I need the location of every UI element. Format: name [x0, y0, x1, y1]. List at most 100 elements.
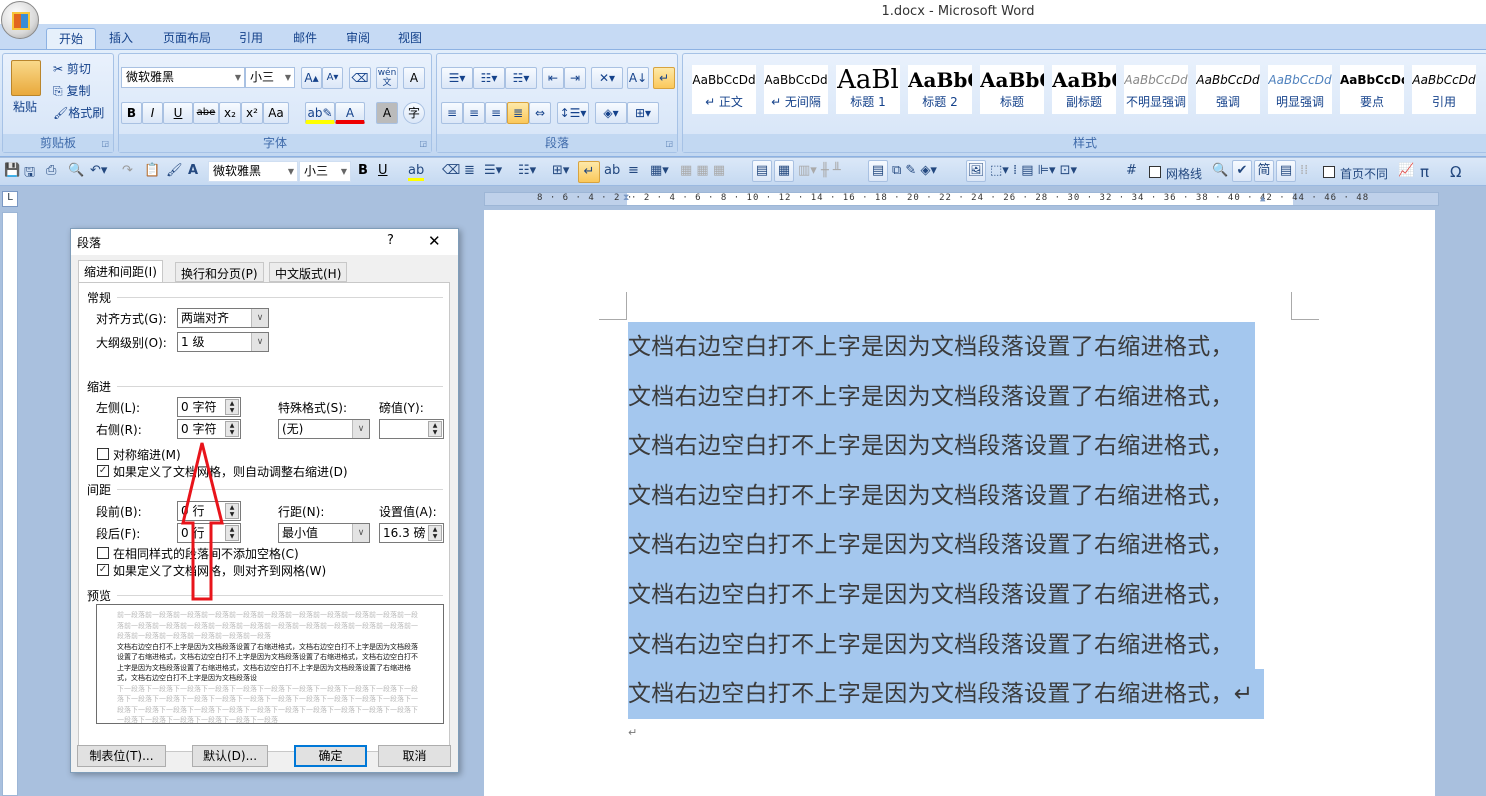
- shrink-font-button[interactable]: A▾: [322, 67, 343, 89]
- space-before-input[interactable]: 0 行 ▲ ▼: [177, 501, 241, 521]
- italic-button[interactable]: I: [142, 102, 163, 124]
- right-indent-input[interactable]: 0 字符 ▲ ▼: [177, 419, 241, 439]
- style-item[interactable]: AaBbCcDd 明显强调: [1268, 65, 1332, 114]
- increase-indent-icon[interactable]: ⇥: [564, 67, 586, 89]
- space-after-input[interactable]: 0 行 ▲ ▼: [177, 523, 241, 543]
- document-line[interactable]: 文档右边空白打不上字是因为文档段落设置了右缩进格式，: [628, 421, 1255, 472]
- grid-icon[interactable]: #: [1126, 163, 1137, 178]
- paste-icon[interactable]: 📋: [144, 163, 160, 178]
- char-shading-button[interactable]: A: [376, 102, 398, 124]
- spinner-icon[interactable]: ▲ ▼: [225, 503, 239, 519]
- clear-format-icon[interactable]: ⌫: [349, 67, 371, 89]
- font-icon[interactable]: A: [188, 163, 198, 178]
- misc-tools-icon[interactable]: ⧉ ✎ ◈▾: [892, 163, 937, 178]
- spacing-at-input[interactable]: 16.3 磅 ▲ ▼: [379, 523, 444, 543]
- font-color-icon[interactable]: A: [335, 102, 365, 124]
- superscript-button[interactable]: x²: [241, 102, 263, 124]
- tab-selector-button[interactable]: L: [2, 191, 18, 207]
- style-item[interactable]: AaBbCcDd 要点: [1340, 65, 1404, 114]
- copy-button[interactable]: ⎘ 复制: [53, 82, 90, 99]
- table-grid-icon[interactable]: ▦: [774, 160, 794, 182]
- tab-page-layout[interactable]: 页面布局: [151, 28, 223, 50]
- spinner-icon[interactable]: ▲ ▼: [225, 421, 239, 437]
- special-indent-select[interactable]: (无) ∨: [278, 419, 370, 439]
- print-icon[interactable]: ⎙: [46, 163, 56, 178]
- shapes-icon[interactable]: ⬚▾ ⁞ ▤ ⊫▾ ⊡▾: [990, 163, 1077, 178]
- right-indent-marker-icon[interactable]: ▲: [1260, 194, 1266, 204]
- highlight-icon[interactable]: ab: [408, 163, 425, 181]
- tab-insert[interactable]: 插入: [97, 28, 145, 50]
- no-space-same-style-checkbox[interactable]: [97, 547, 109, 559]
- undo-icon[interactable]: ↶▾: [90, 163, 107, 178]
- align-center-icon[interactable]: ≡: [463, 102, 485, 124]
- table-icon[interactable]: ▦▾: [650, 163, 669, 178]
- align-right-icon[interactable]: ≡: [485, 102, 507, 124]
- chinese-layout-icon[interactable]: ✕▾: [591, 67, 623, 89]
- wrap-icon[interactable]: ≣: [464, 163, 475, 178]
- ok-button[interactable]: 确定: [294, 745, 367, 767]
- first-page-different-checkbox[interactable]: [1323, 166, 1335, 178]
- help-button[interactable]: ?: [387, 233, 394, 248]
- set-default-button[interactable]: 默认(D)...: [192, 745, 268, 767]
- gridlines-checkbox[interactable]: [1149, 166, 1161, 178]
- center-icon[interactable]: ≡: [628, 163, 639, 178]
- table-tools-icon[interactable]: ▦ ▦ ▦: [680, 163, 725, 178]
- snap-to-grid-checkbox[interactable]: ✓: [97, 564, 109, 576]
- char-border-button[interactable]: A: [403, 67, 425, 89]
- decrease-indent-icon[interactable]: ⇤: [542, 67, 564, 89]
- numbering-icon[interactable]: ☷▾: [473, 67, 505, 89]
- justify-icon[interactable]: ≣: [507, 102, 529, 124]
- document-line[interactable]: 文档右边空白打不上字是因为文档段落设置了右缩进格式，: [628, 322, 1255, 372]
- redo-icon[interactable]: ↷: [122, 163, 133, 178]
- subscript-button[interactable]: x₂: [219, 102, 241, 124]
- style-item[interactable]: AaBbC 标题 2: [908, 65, 972, 114]
- office-button[interactable]: [1, 1, 39, 39]
- save-as-icon[interactable]: 🖫: [24, 163, 35, 185]
- style-item[interactable]: AaBbCcDd 不明显强调: [1124, 65, 1188, 114]
- brush-icon[interactable]: 🖌: [166, 163, 183, 178]
- equation-button[interactable]: π: [1420, 163, 1429, 181]
- sort-icon[interactable]: A↓: [627, 67, 649, 89]
- dialog-launcher-icon[interactable]: ◲: [665, 139, 673, 148]
- style-item[interactable]: AaBbCcDd 强调: [1196, 65, 1260, 114]
- align-left-icon[interactable]: ≡: [441, 102, 463, 124]
- picture-icon[interactable]: 🖼: [966, 160, 986, 182]
- bold-button[interactable]: B: [121, 102, 142, 124]
- cut-button[interactable]: ✂ 剪切: [53, 60, 91, 77]
- tab-review[interactable]: 审阅: [334, 28, 382, 50]
- tab-indents-spacing[interactable]: 缩进和间距(I): [78, 260, 163, 283]
- tabs-button[interactable]: 制表位(T)...: [77, 745, 166, 767]
- grow-font-button[interactable]: A▴: [301, 67, 322, 89]
- outline-level-select[interactable]: 1 级 ∨: [177, 332, 269, 352]
- line-spacing-icon[interactable]: ↕☰▾: [557, 102, 589, 124]
- tab-mailings[interactable]: 邮件: [281, 28, 329, 50]
- borders-icon[interactable]: ⊞▾: [627, 102, 659, 124]
- qat-underline-button[interactable]: U: [378, 163, 388, 178]
- style-item[interactable]: AaBl 标题 1: [836, 65, 900, 114]
- spinner-icon[interactable]: ▲ ▼: [428, 525, 442, 541]
- style-item[interactable]: AaBbCcDd 引用: [1412, 65, 1476, 114]
- save-icon[interactable]: 💾: [4, 163, 20, 178]
- spinner-icon[interactable]: ▲ ▼: [428, 421, 442, 437]
- qat-bold-button[interactable]: B: [358, 163, 368, 178]
- close-button[interactable]: ✕: [428, 232, 441, 250]
- columns-icon[interactable]: ⁞⁞: [1300, 163, 1308, 178]
- document-line[interactable]: 文档右边空白打不上字是因为文档段落设置了右缩进格式，↵: [628, 669, 1264, 720]
- paste-button[interactable]: 粘贴: [13, 98, 37, 115]
- tab-home[interactable]: 开始: [46, 28, 97, 50]
- qat-font-name-combo[interactable]: 微软雅黑 ▼: [208, 161, 298, 182]
- document-line[interactable]: 文档右边空白打不上字是因为文档段落设置了右缩进格式，: [628, 570, 1255, 620]
- spinner-icon[interactable]: ▲ ▼: [225, 525, 239, 541]
- document-line[interactable]: 文档右边空白打不上字是因为文档段落设置了右缩进格式，: [628, 470, 1255, 521]
- dialog-launcher-icon[interactable]: ◲: [101, 139, 109, 148]
- style-item[interactable]: AaBbCcDd ↵ 正文: [692, 65, 756, 114]
- bullets-icon[interactable]: ☰▾: [484, 163, 502, 178]
- borders-icon[interactable]: ⊞▾: [552, 163, 569, 178]
- highlight-color-icon[interactable]: ab✎: [305, 102, 335, 124]
- auto-adjust-indent-checkbox[interactable]: ✓: [97, 465, 109, 477]
- dialog-launcher-icon[interactable]: ◲: [419, 139, 427, 148]
- cancel-button[interactable]: 取消: [378, 745, 451, 767]
- insert-row-icon[interactable]: ▤: [752, 160, 772, 182]
- underline-button[interactable]: U: [163, 102, 193, 124]
- show-marks-icon[interactable]: ↵: [653, 67, 675, 89]
